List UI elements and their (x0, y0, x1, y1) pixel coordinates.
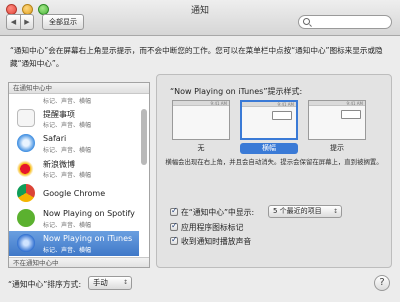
itunes-icon (17, 234, 35, 252)
back-button[interactable]: ◀ (7, 15, 20, 29)
recent-items-select[interactable]: 5 个最近的项目 ↕ (268, 205, 342, 218)
sort-order-label: “通知中心”排序方式: (8, 280, 82, 289)
preview-menubar: 9:41 AM (309, 101, 365, 106)
spotify-icon (17, 209, 35, 227)
show-in-center-label: 在“通知中心”中显示: (181, 208, 255, 217)
app-list[interactable]: 在通知中心中 标记、声音、横幅 提醒事项 标记、声音、横幅 Safari 标记、… (8, 82, 150, 268)
notification-center-description: “通知中心”会在屏幕右上角显示提示，而不会中断您的工作。您可以在菜单栏中点按“通… (10, 46, 383, 68)
list-item-name: Safari (43, 134, 67, 143)
search-field[interactable] (298, 15, 392, 29)
list-item-sub: 标记、声音、横幅 (43, 222, 92, 229)
preview-notification (272, 111, 292, 120)
show-in-center-checkbox[interactable] (170, 206, 178, 216)
play-sound-checkbox[interactable] (170, 235, 178, 245)
sort-order-value: 手动 (93, 278, 108, 287)
in-center-header: 在通知中心中 (9, 83, 149, 94)
list-item-sub: 标记、声音、横幅 (43, 122, 92, 129)
list-item-name: Now Playing on Spotify (43, 209, 135, 218)
help-button[interactable]: ? (374, 275, 390, 291)
safari-icon (17, 134, 35, 152)
style-preview-none[interactable]: 9:41 AM (172, 100, 230, 140)
list-item-sub: 标记、声音、横幅 (43, 172, 92, 179)
alert-style-title: “Now Playing on iTunes”提示样式: (170, 87, 303, 96)
preview-menubar: 9:41 AM (242, 102, 296, 107)
search-input[interactable] (313, 17, 389, 28)
alert-style-description: 横幅会出现在右上角，并且会自动消失。提示会保留在屏幕上，直到被搁置。 (165, 158, 383, 166)
list-item-chrome[interactable]: Google Chrome (9, 181, 139, 206)
style-label-alert[interactable]: 提示 (308, 143, 366, 153)
list-item-spotify[interactable]: Now Playing on Spotify 标记、声音、横幅 (9, 206, 139, 231)
list-item-reminders[interactable]: 提醒事项 标记、声音、横幅 (9, 106, 139, 131)
badge-icon-label: 应用程序图标标记 (181, 223, 244, 232)
sort-order-select[interactable]: 手动 ↕ (88, 276, 132, 290)
show-in-center-option[interactable]: 在“通知中心”中显示: (170, 206, 255, 218)
preview-notification (341, 110, 361, 119)
list-item-name: 新浪微博 (43, 160, 75, 169)
updown-arrow-icon: ↕ (332, 208, 338, 215)
list-item-safari[interactable]: Safari 标记、声音、横幅 (9, 131, 139, 156)
style-label-banner[interactable]: 横幅 (240, 143, 298, 154)
weibo-icon (17, 159, 35, 177)
preview-menubar: 9:41 AM (173, 101, 229, 106)
list-item-sub: 标记、声音、横幅 (43, 98, 92, 105)
scrollbar-thumb[interactable] (141, 109, 147, 165)
play-sound-label: 收到通知时播放声音 (181, 237, 252, 246)
not-in-center-header: 不在通知中心中 (9, 257, 149, 267)
title-bar: 通知 ◀ ▶ 全部显示 (0, 0, 400, 36)
list-item-sub: 标记、声音、横幅 (43, 147, 92, 154)
list-item-name: Google Chrome (43, 189, 106, 198)
list-item-itunes[interactable]: Now Playing on iTunes 标记、声音、横幅 (9, 231, 139, 256)
list-item-weibo[interactable]: 新浪微博 标记、声音、横幅 (9, 156, 139, 181)
list-item-sub: 标记、声音、横幅 (43, 247, 92, 254)
forward-button[interactable]: ▶ (20, 15, 33, 29)
style-preview-alert[interactable]: 9:41 AM (308, 100, 366, 140)
reminders-icon (17, 109, 35, 127)
chrome-icon (17, 184, 35, 202)
list-item-name: 提醒事项 (43, 110, 75, 119)
updown-arrow-icon: ↕ (122, 279, 128, 286)
recent-items-value: 5 个最近的项目 (273, 207, 322, 215)
badge-icon-option[interactable]: 应用程序图标标记 (170, 221, 244, 233)
search-icon (303, 18, 310, 25)
list-item-name: Now Playing on iTunes (43, 234, 133, 243)
style-label-none[interactable]: 无 (172, 143, 230, 153)
play-sound-option[interactable]: 收到通知时播放声音 (170, 235, 252, 247)
show-all-button[interactable]: 全部显示 (42, 14, 84, 30)
list-item-partial[interactable]: 标记、声音、横幅 (9, 95, 139, 105)
badge-icon-checkbox[interactable] (170, 221, 178, 231)
list-scrollbar[interactable] (140, 95, 148, 255)
back-forward-control: ◀ ▶ (6, 14, 34, 30)
style-preview-banner[interactable]: 9:41 AM (240, 100, 298, 140)
